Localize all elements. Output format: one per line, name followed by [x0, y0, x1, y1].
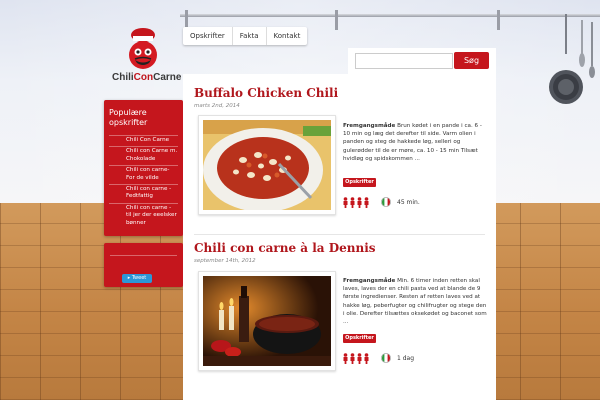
chili-person-icon [350, 352, 355, 364]
hanging-pans-icon [549, 14, 595, 104]
post-excerpt-text: Min. 6 timer inden retten skal laves, la… [343, 278, 487, 326]
chili-person-icon [343, 196, 348, 208]
popular-recipes-panel: Populære opskrifter Chili Con Carne Chil… [104, 100, 183, 236]
main-nav: Opskrifter Fakta Kontakt [183, 27, 308, 45]
chili-person-icon [343, 352, 348, 364]
sidebar-link[interactable]: Chili con carne- For de vilde [109, 165, 178, 184]
post-image[interactable] [198, 115, 336, 215]
chili-person-icon [364, 352, 369, 364]
post-separator [194, 234, 485, 235]
search-input[interactable] [355, 53, 453, 69]
chili-person-icon [364, 196, 369, 208]
sidebar-link[interactable]: Chili con carne - Fedtfattig [109, 184, 178, 203]
chili-person-icon [357, 196, 362, 208]
post-date: marts 2nd, 2014 [194, 103, 240, 109]
post-date: september 14th, 2012 [194, 258, 256, 264]
nav-item-kontakt[interactable]: Kontakt [267, 27, 308, 45]
chili-person-icon [357, 352, 362, 364]
cooking-time: 1 dag [397, 354, 415, 362]
italian-flag-badge-icon [381, 353, 391, 363]
post-image[interactable] [198, 271, 336, 371]
post-card: Buffalo Chicken Chili marts 2nd, 2014 Fr… [194, 86, 485, 231]
chili-person-icon [350, 196, 355, 208]
social-panel: ▸ Tweet [104, 243, 183, 287]
category-badge[interactable]: Opskrifter [343, 334, 376, 343]
nav-item-fakta[interactable]: Fakta [233, 27, 267, 45]
post-excerpt-lead: Fremgangsmåde [343, 278, 396, 284]
social-divider [110, 255, 177, 256]
search-button[interactable]: Søg [454, 52, 489, 69]
site-logo[interactable]: ChiliConCarne [112, 27, 182, 91]
post-card: Chili con carne à la Dennis september 14… [194, 241, 487, 396]
post-excerpt-lead: Fremgangsmåde [343, 123, 396, 129]
post-title[interactable]: Chili con carne à la Dennis [194, 241, 485, 255]
chili-pot-candle-photo [203, 276, 331, 366]
sidebar-link[interactable]: Chili con carne - til jer der eeelsker b… [109, 202, 178, 229]
italian-flag-badge-icon [381, 197, 391, 207]
popular-recipes-title: Populære opskrifter [109, 108, 148, 127]
kitchen-rail [180, 14, 600, 17]
category-badge[interactable]: Opskrifter [343, 178, 376, 187]
chili-bowl-photo [203, 120, 331, 210]
post-excerpt: Fremgangsmåde Brun kødet i en pande i ca… [343, 122, 487, 163]
sidebar-link[interactable]: Chili con Carne m. Chokolade [109, 146, 178, 165]
logo-wordmark: ChiliConCarne [112, 72, 182, 83]
post-meta: 1 dag [343, 352, 414, 364]
post-excerpt: Fremgangsmåde Min. 6 timer inden retten … [343, 277, 487, 326]
post-title[interactable]: Buffalo Chicken Chili [194, 86, 485, 100]
tweet-button[interactable]: ▸ Tweet [122, 274, 152, 283]
rail-hook [497, 10, 500, 30]
main-content: Buffalo Chicken Chili marts 2nd, 2014 Fr… [183, 74, 496, 400]
rail-hook [335, 10, 338, 30]
sidebar-link[interactable]: Chili Con Carne [109, 135, 178, 146]
chili-chef-mascot-icon [129, 28, 157, 69]
tweet-label: Tweet [131, 275, 147, 281]
cooking-time: 45 min. [397, 198, 420, 206]
post-meta: 45 min. [343, 196, 420, 208]
nav-item-opskrifter[interactable]: Opskrifter [183, 27, 233, 45]
